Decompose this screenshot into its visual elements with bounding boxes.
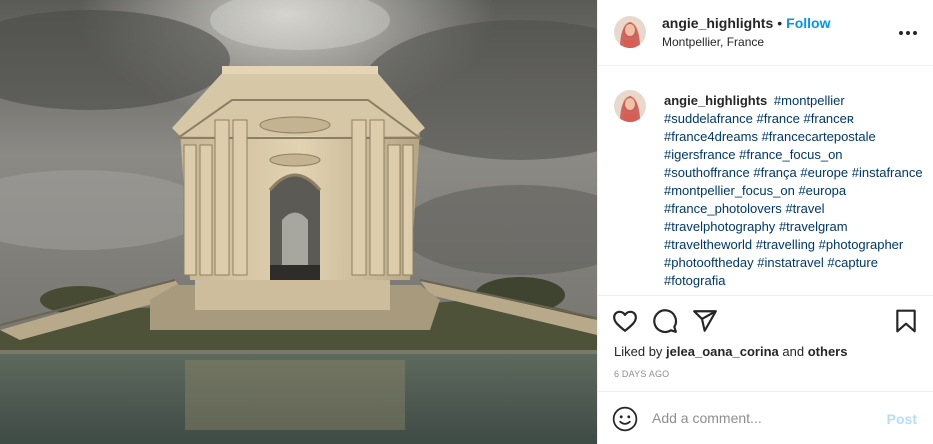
comment-input[interactable] (652, 409, 872, 427)
hashtag-link[interactable]: #traveltheworld (664, 237, 752, 252)
heart-icon[interactable] (612, 308, 638, 334)
hashtag-link[interactable]: #suddelafrance (664, 111, 753, 126)
hashtag-link[interactable]: #montpellier_focus_on (664, 183, 795, 198)
caption-section: angie_highlights #montpellier #suddelafr… (598, 67, 933, 296)
bookmark-icon[interactable] (893, 308, 919, 334)
follow-button[interactable]: Follow (786, 15, 830, 31)
hashtag-link[interactable]: #capture (827, 255, 878, 270)
comment-icon[interactable] (652, 308, 678, 334)
caption-avatar[interactable] (614, 90, 646, 122)
likes-others-link[interactable]: others (808, 344, 848, 359)
liker-username-link[interactable]: jelea_oana_corina (666, 344, 779, 359)
username-link[interactable]: angie_highlights (662, 15, 773, 31)
post-header: angie_highlights • Follow Montpellier, Fra… (598, 0, 933, 66)
hashtag-link[interactable]: #france_focus_on (739, 147, 842, 162)
hashtag-link[interactable]: #europe (800, 165, 848, 180)
hashtag-link[interactable]: #southoffrance (664, 165, 750, 180)
hashtag-link[interactable]: #travel (785, 201, 824, 216)
post-timestamp[interactable]: 6 DAYS AGO (614, 369, 669, 379)
likes-summary: Liked by jelea_oana_corina and others (614, 344, 847, 359)
emoji-icon[interactable] (612, 406, 638, 432)
avatar[interactable] (614, 16, 646, 48)
hashtag-link[interactable]: #europa (798, 183, 846, 198)
share-icon[interactable] (692, 308, 718, 334)
hashtag-link[interactable]: #travelgram (779, 219, 848, 234)
caption-username[interactable]: angie_highlights (664, 93, 767, 108)
hashtag-link[interactable]: #montpellier (774, 93, 845, 108)
post-photo[interactable] (0, 0, 597, 444)
more-options-icon[interactable] (899, 24, 917, 42)
comment-bar: Post (598, 391, 933, 444)
hashtag-link[interactable]: #frança (753, 165, 796, 180)
more-dot (906, 31, 910, 35)
hashtag-link[interactable]: #instafrance (852, 165, 923, 180)
hashtag-link[interactable]: #photographer (819, 237, 904, 252)
more-dot (899, 31, 903, 35)
hashtag-link[interactable]: #franceʀ (804, 111, 854, 126)
location-link[interactable]: Montpellier, France (662, 35, 764, 49)
hashtag-link[interactable]: #france_photolovers (664, 201, 782, 216)
action-bar (598, 297, 933, 343)
post-comment-button[interactable]: Post (887, 411, 917, 427)
hashtag-link[interactable]: #france (757, 111, 800, 126)
more-dot (913, 31, 917, 35)
hashtag-link[interactable]: #travelphotography (664, 219, 775, 234)
hashtag-link[interactable]: #france4dreams (664, 129, 758, 144)
header-user-line: angie_highlights • Follow (662, 15, 830, 31)
likes-prefix: Liked by (614, 344, 663, 359)
hashtag-link[interactable]: #igersfrance (664, 147, 736, 162)
post-sidebar: angie_highlights • Follow Montpellier, Fra… (597, 0, 933, 444)
separator-dot: • (777, 15, 783, 31)
hashtag-link[interactable]: #fotografia (664, 273, 725, 288)
hashtag-link[interactable]: #instatravel (757, 255, 823, 270)
instagram-post: angie_highlights • Follow Montpellier, Fra… (0, 0, 933, 444)
hashtag-link[interactable]: #francecartepostale (762, 129, 876, 144)
water-tower-photo (0, 0, 597, 444)
hashtag-link[interactable]: #travelling (756, 237, 815, 252)
caption-text: angie_highlights #montpellier #suddelafr… (664, 92, 926, 290)
likes-joiner: and (782, 344, 805, 359)
hashtag-link[interactable]: #photooftheday (664, 255, 754, 270)
